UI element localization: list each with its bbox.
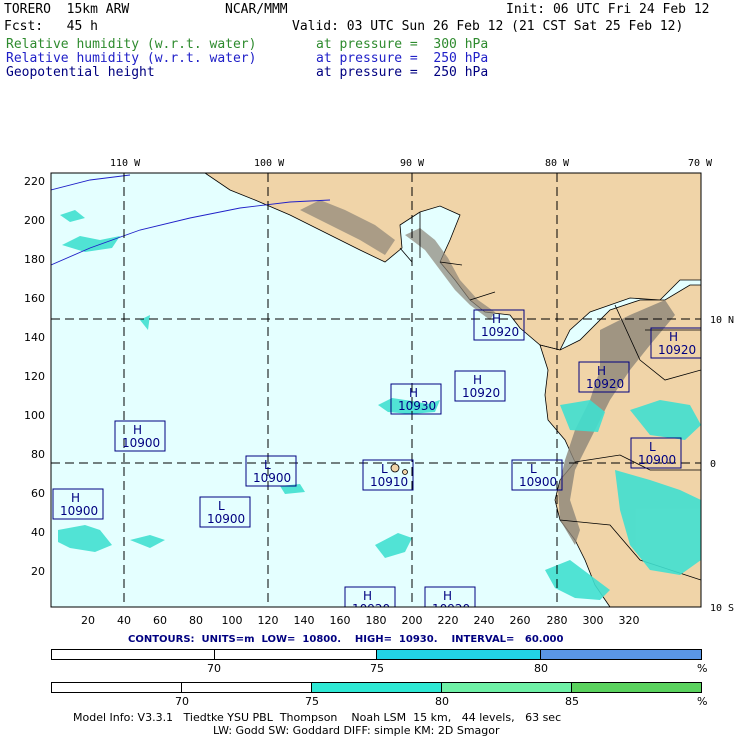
height-value: 10900 [519, 475, 557, 489]
x-tick-label: 300 [583, 614, 604, 627]
contours-info: CONTOURS: UNITS=m LOW= 10800. HIGH= 1093… [128, 634, 564, 645]
height-value: 10900 [253, 471, 291, 485]
y-tick-label: 140 [24, 331, 45, 344]
colorbar-segment [572, 683, 701, 692]
height-value: 10920 [586, 377, 624, 391]
height-value: 10920 [462, 386, 500, 400]
lon-label: 80 W [545, 158, 570, 169]
colorbar-label: % [697, 695, 708, 708]
lat-label: 10 S [710, 603, 734, 614]
colorbar-label: 70 [207, 662, 221, 675]
pressure-symbol: H [443, 589, 452, 603]
pressure-symbol: H [409, 386, 418, 400]
x-tick-label: 280 [547, 614, 568, 627]
pressure-symbol: H [492, 312, 501, 326]
x-tick-label: 240 [474, 614, 495, 627]
pressure-symbol: H [363, 589, 372, 603]
x-tick-label: 260 [510, 614, 531, 627]
y-tick-label: 220 [24, 175, 45, 188]
height-value: 10910 [370, 475, 408, 489]
x-tick-label: 60 [153, 614, 167, 627]
x-tick-label: 320 [619, 614, 640, 627]
height-value: 10900 [638, 453, 676, 467]
lat-label: 10 N [710, 315, 734, 326]
pressure-symbol: L [530, 462, 537, 476]
height-value: 10920 [658, 343, 696, 357]
colorbar-250hpa [51, 682, 702, 693]
pressure-symbol: H [669, 330, 678, 344]
colorbar-label: 80 [534, 662, 548, 675]
lon-label: 70 W [688, 158, 713, 169]
height-value: 10900 [60, 504, 98, 518]
colorbar-label: 75 [370, 662, 384, 675]
x-tick-label: 20 [81, 614, 95, 627]
y-tick-label: 80 [31, 448, 45, 461]
pressure-symbol: L [264, 458, 271, 472]
lon-label: 90 W [400, 158, 425, 169]
y-tick-label: 40 [31, 526, 45, 539]
colorbar-segment [52, 683, 312, 692]
pressure-symbol: L [381, 462, 388, 476]
colorbar-segment [541, 650, 701, 659]
colorbar-segment [442, 683, 572, 692]
pressure-symbol: H [133, 423, 142, 437]
y-tick-label: 160 [24, 292, 45, 305]
lon-label: 100 W [254, 158, 285, 169]
x-tick-label: 160 [330, 614, 351, 627]
colorbar-segment [377, 650, 541, 659]
physics-info: LW: Godd SW: Goddard DIFF: simple KM: 2D… [213, 724, 500, 737]
x-tick-label: 180 [366, 614, 387, 627]
galapagos-island [402, 469, 408, 475]
y-tick-label: 20 [31, 565, 45, 578]
x-tick-label: 40 [117, 614, 131, 627]
lon-label: 110 W [110, 158, 141, 169]
y-tick-label: 180 [24, 253, 45, 266]
pressure-symbol: L [649, 440, 656, 454]
colorbar-label: 70 [175, 695, 189, 708]
colorbar-label: % [697, 662, 708, 675]
colorbar-label: 85 [565, 695, 579, 708]
y-tick-label: 120 [24, 370, 45, 383]
x-tick-label: 200 [402, 614, 423, 627]
colorbar-segment [312, 683, 442, 692]
height-value: 10900 [122, 436, 160, 450]
x-tick-label: 100 [222, 614, 243, 627]
pressure-symbol: H [597, 364, 606, 378]
y-tick-label: 60 [31, 487, 45, 500]
pressure-symbol: H [473, 373, 482, 387]
lat-label: 0 [710, 459, 716, 470]
galapagos-island [390, 463, 400, 473]
y-tick-label: 200 [24, 214, 45, 227]
colorbar-label: 75 [305, 695, 319, 708]
height-value: 10900 [207, 512, 245, 526]
pressure-symbol: L [218, 499, 225, 513]
pressure-symbol: H [71, 491, 80, 505]
height-value: 10920 [481, 325, 519, 339]
y-tick-label: 100 [24, 409, 45, 422]
x-tick-label: 80 [189, 614, 203, 627]
model-info: Model Info: V3.3.1 Tiedtke YSU PBL Thomp… [73, 711, 562, 724]
colorbar-label: 80 [435, 695, 449, 708]
x-tick-label: 220 [438, 614, 459, 627]
x-tick-label: 120 [258, 614, 279, 627]
weather-map: H10920 H10920H10930H10920H10920H10900L109… [24, 158, 734, 627]
x-tick-label: 140 [294, 614, 315, 627]
height-value: 10930 [398, 399, 436, 413]
